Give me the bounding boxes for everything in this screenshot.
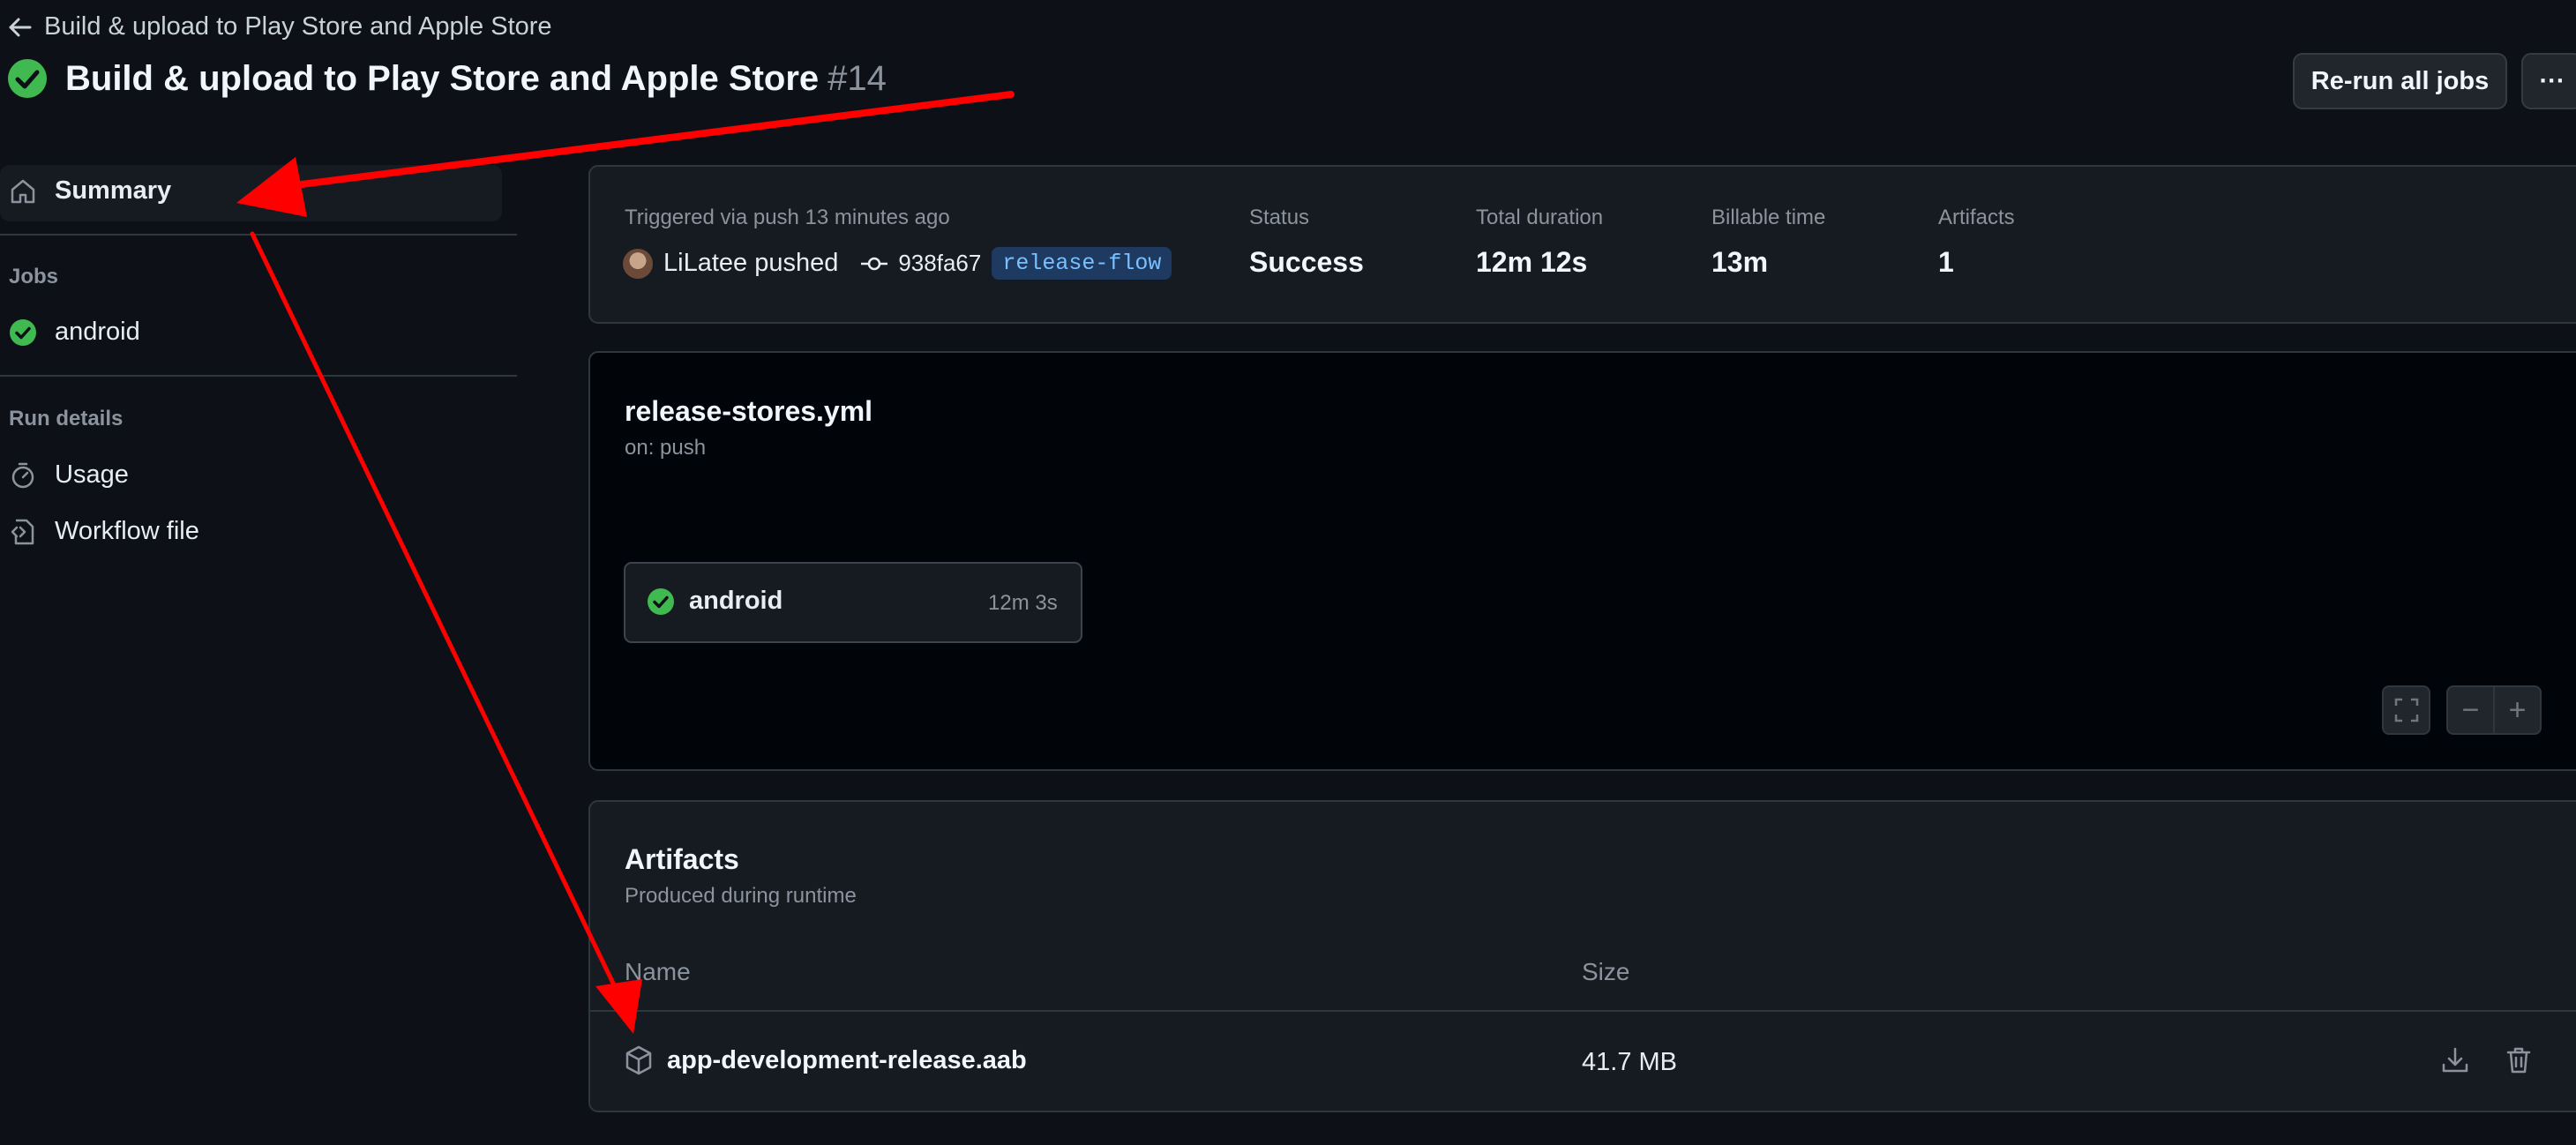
annotation-arrow-to-artifact	[250, 231, 642, 1034]
annotation-arrow-to-summary	[236, 91, 1015, 217]
annotation-arrows	[236, 91, 1015, 1034]
